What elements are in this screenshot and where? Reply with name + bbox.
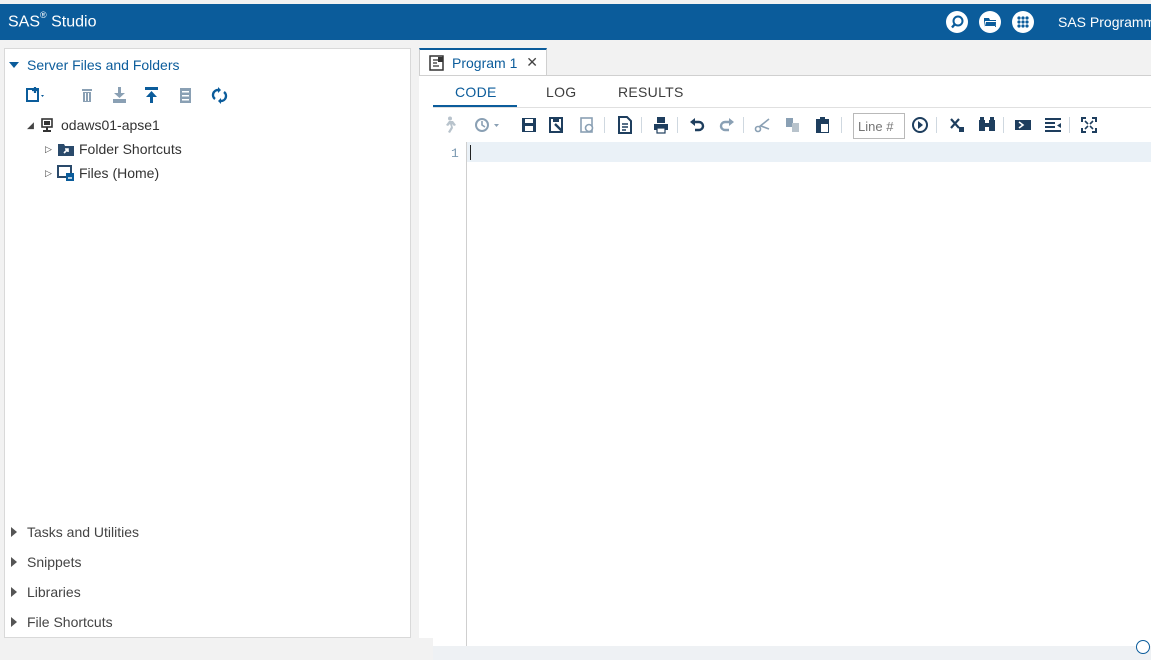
clear-code-icon[interactable] (947, 115, 967, 135)
tree-files-home-label: Files (Home) (79, 165, 160, 181)
subtab-results[interactable]: RESULTS (618, 84, 684, 100)
toolbar-separator (936, 117, 937, 133)
redo-icon[interactable] (717, 115, 737, 135)
collapsed-icon: ▷ (45, 167, 52, 178)
app-title-registered: ® (40, 10, 47, 20)
home-files-icon (57, 165, 74, 181)
horizontal-scrollbar[interactable] (433, 646, 1151, 660)
toolbar-separator (841, 117, 842, 133)
upload-icon[interactable] (141, 85, 163, 107)
section-server-files-label: Server Files and Folders (27, 57, 180, 73)
tree-files-home[interactable]: ▷ Files (Home) (45, 163, 159, 183)
export-icon[interactable] (615, 115, 635, 135)
status-icon[interactable] (1136, 640, 1150, 654)
current-line-highlight (433, 142, 1151, 162)
open-folder-icon[interactable] (979, 11, 1001, 33)
expand-icon (11, 557, 17, 567)
line-number: 1 (451, 146, 459, 161)
section-snippets[interactable]: Snippets (5, 551, 81, 573)
apps-icon[interactable] (1012, 11, 1034, 33)
delete-icon[interactable] (77, 85, 99, 107)
maximize-icon[interactable] (1079, 115, 1099, 135)
app-title-suffix: Studio (46, 13, 97, 31)
tree-folder-shortcuts[interactable]: ▷ Folder Shortcuts (45, 139, 182, 159)
tree-server-label: odaws01-apse1 (61, 117, 160, 133)
subtab-code[interactable]: CODE (455, 84, 497, 100)
tree-folder-shortcuts-label: Folder Shortcuts (79, 141, 182, 157)
expanded-icon: ◢ (27, 119, 34, 130)
search-icon[interactable] (946, 11, 968, 33)
collapse-icon (9, 62, 19, 68)
tree-server-node[interactable]: ◢ odaws01-apse1 (27, 115, 160, 135)
line-number-input[interactable] (853, 113, 905, 139)
perspective-menu[interactable]: SAS Programm (1058, 14, 1151, 30)
toolbar-separator (1069, 117, 1070, 133)
active-subtab-indicator (433, 105, 517, 107)
app-title: SAS® Studio (8, 10, 97, 31)
code-toolbar (433, 112, 1151, 139)
history-icon[interactable] (473, 115, 503, 135)
section-server-files[interactable]: Server Files and Folders (5, 54, 180, 76)
find-replace-icon[interactable] (977, 115, 997, 135)
section-libraries-label: Libraries (27, 584, 81, 600)
folder-shortcut-icon (58, 144, 74, 156)
print-icon[interactable] (651, 115, 671, 135)
tab-program-1[interactable]: Program 1 ✕ (419, 48, 547, 76)
toolbar-separator (743, 117, 744, 133)
text-cursor (470, 145, 471, 160)
expand-icon (11, 527, 17, 537)
email-icon[interactable] (577, 115, 597, 135)
new-file-icon[interactable] (25, 85, 47, 107)
copy-icon[interactable] (783, 115, 803, 135)
download-icon[interactable] (109, 85, 131, 107)
section-libraries[interactable]: Libraries (5, 581, 81, 603)
navigation-pane: Server Files and Folders ◢ odaws01-apse1… (4, 48, 411, 638)
expand-icon (11, 587, 17, 597)
toolbar-separator (677, 117, 678, 133)
toolbar-separator (604, 117, 605, 133)
line-number-gutter: 1 (433, 142, 467, 646)
save-as-icon[interactable] (547, 115, 567, 135)
undo-icon[interactable] (687, 115, 707, 135)
program-icon (429, 55, 444, 71)
subtab-divider (433, 107, 1151, 108)
code-editor[interactable]: 1 (433, 142, 1151, 646)
program-editor-panel: CODE LOG RESULTS Line # 1 (419, 75, 1151, 660)
cut-icon[interactable] (753, 115, 773, 135)
close-tab-icon[interactable]: ✕ (526, 54, 538, 71)
tab-program-1-label: Program 1 (452, 55, 518, 71)
app-title-main: SAS (8, 13, 41, 31)
section-tasks-utilities[interactable]: Tasks and Utilities (5, 521, 139, 543)
paste-icon[interactable] (813, 115, 833, 135)
refresh-icon[interactable] (209, 85, 231, 107)
submit-line-icon[interactable] (1013, 115, 1033, 135)
section-file-shortcuts[interactable]: File Shortcuts (5, 611, 113, 633)
subtab-log[interactable]: LOG (546, 84, 576, 100)
work-area: Program 1 ✕ CODE LOG RESULTS Line # 1 (419, 48, 1151, 660)
toolbar-separator (1003, 117, 1004, 133)
run-icon[interactable] (439, 115, 459, 135)
save-icon[interactable] (519, 115, 539, 135)
format-code-icon[interactable] (1043, 115, 1063, 135)
toolbar-separator (641, 117, 642, 133)
section-tasks-utilities-label: Tasks and Utilities (27, 524, 140, 540)
go-to-line-icon[interactable] (910, 115, 930, 135)
app-header: SAS® Studio SAS Programm (0, 4, 1151, 40)
server-icon (41, 118, 53, 132)
section-snippets-label: Snippets (27, 554, 82, 570)
expand-icon (11, 617, 17, 627)
section-file-shortcuts-label: File Shortcuts (27, 614, 113, 630)
collapsed-icon: ▷ (45, 143, 52, 154)
properties-icon[interactable] (175, 85, 197, 107)
